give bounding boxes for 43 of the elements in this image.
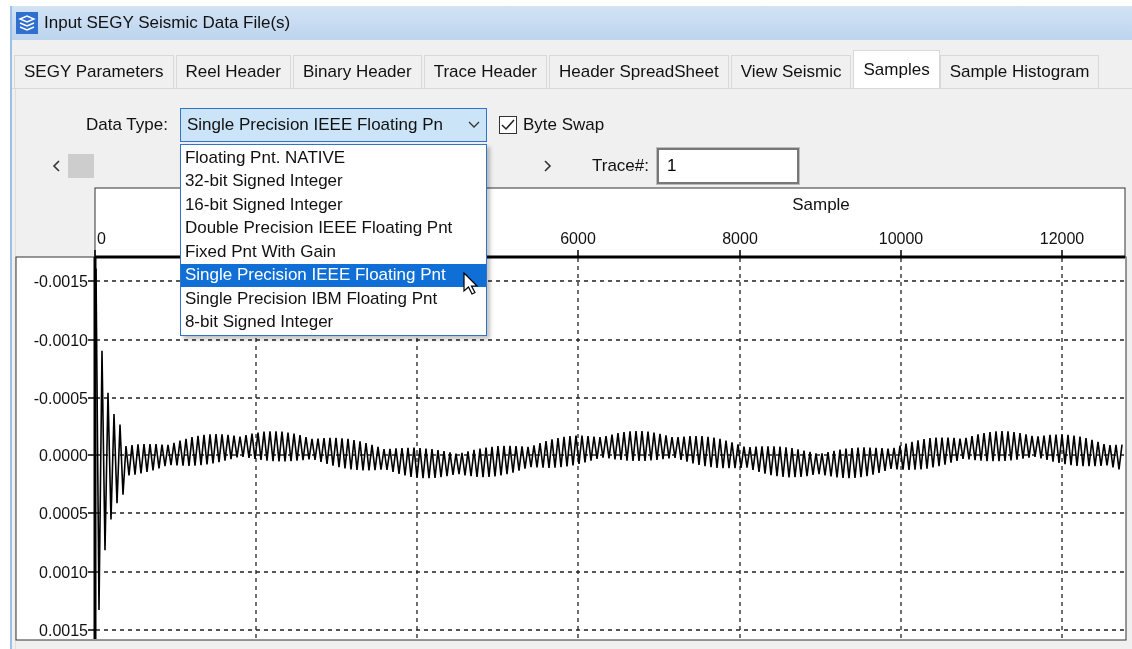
mouse-cursor-icon (462, 272, 479, 296)
tab[interactable]: Reel Header (175, 55, 291, 88)
window-title: Input SEGY Seismic Data File(s) (44, 13, 291, 33)
x-tick-label: 8000 (722, 230, 758, 247)
tab[interactable]: Sample Histogram (939, 55, 1100, 88)
y-tick-label: -0.0010 (33, 332, 88, 349)
x-tick-label: 0 (97, 230, 106, 247)
layers-icon (16, 12, 38, 34)
byte-swap-checkbox[interactable] (498, 116, 517, 134)
scrollbar-thumb[interactable] (68, 154, 94, 178)
tab[interactable]: SEGY Parameters (14, 55, 174, 88)
tab[interactable]: Trace Header (423, 55, 547, 88)
chevron-down-icon (467, 121, 480, 129)
x-axis-title: Sample (792, 195, 850, 214)
dropdown-option[interactable]: 32-bit Signed Integer (180, 169, 486, 193)
tab[interactable]: Header SpreadSheet (548, 55, 729, 88)
dropdown-option[interactable]: Double Precision IEEE Floating Pnt (180, 216, 486, 240)
trace-label: Trace#: (592, 156, 649, 176)
y-tick-label: 0.0000 (39, 447, 88, 464)
scroll-right-icon[interactable] (544, 160, 552, 172)
tab[interactable]: Samples (853, 50, 940, 88)
y-tick-label: 0.0015 (39, 622, 88, 639)
checkmark-icon (500, 119, 515, 131)
x-tick-label: 12000 (1039, 230, 1085, 247)
x-tick-label: 10000 (878, 230, 924, 247)
x-tick-label: 6000 (560, 230, 596, 247)
byte-swap-label: Byte Swap (522, 115, 605, 135)
data-type-label: Data Type: (86, 115, 168, 135)
dropdown-option[interactable]: Fixed Pnt With Gain (180, 240, 486, 264)
dropdown-option[interactable]: 16-bit Signed Integer (180, 193, 486, 217)
tab[interactable]: View Seismic (730, 55, 852, 88)
y-tick-label: 0.0010 (39, 564, 88, 581)
y-tick-label: 0.0005 (39, 505, 88, 522)
dropdown-option[interactable]: Single Precision IBM Floating Pnt (180, 287, 486, 311)
dropdown-option[interactable]: Floating Pnt. NATIVE (180, 146, 486, 170)
data-type-dropdown[interactable]: Single Precision IEEE Floating Pn (179, 108, 487, 142)
dropdown-option[interactable]: 8-bit Signed Integer (180, 310, 486, 334)
tab[interactable]: Binary Header (293, 55, 422, 88)
trace-input[interactable]: 1 (657, 148, 799, 184)
y-tick-label: -0.0005 (33, 390, 88, 407)
y-tick-label: -0.0015 (33, 273, 88, 290)
scroll-left-icon[interactable] (52, 160, 60, 172)
dropdown-option[interactable]: Single Precision IEEE Floating Pnt (180, 263, 486, 287)
